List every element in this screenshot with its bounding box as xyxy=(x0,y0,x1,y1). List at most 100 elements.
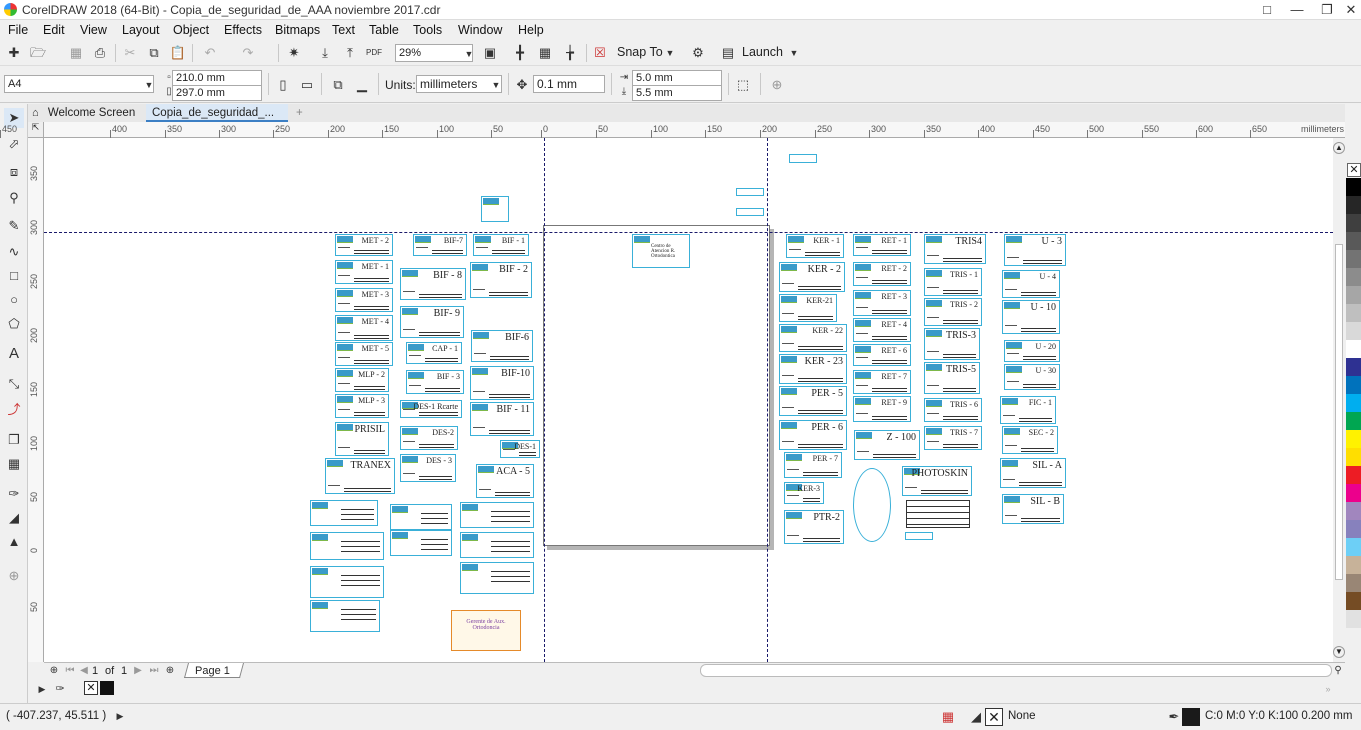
menu-effects[interactable]: Effects xyxy=(224,23,262,37)
card-object[interactable]: DES-2 xyxy=(400,426,458,450)
copy-icon[interactable]: ⧉ xyxy=(144,43,164,63)
card-object[interactable]: CAP - 1 xyxy=(406,342,462,364)
paste-icon[interactable]: 📋 xyxy=(168,43,188,63)
card-object[interactable]: TRIS - 6 xyxy=(924,398,982,422)
add-tool-icon[interactable]: ⊕ xyxy=(4,566,24,586)
outline-swatch[interactable] xyxy=(1182,708,1200,726)
small-card[interactable] xyxy=(481,196,509,222)
card-object[interactable]: U - 30 xyxy=(1004,364,1060,390)
palette-swatch[interactable] xyxy=(1346,502,1361,520)
card-object[interactable]: U - 4 xyxy=(1002,270,1060,298)
menu-tools[interactable]: Tools xyxy=(413,23,442,37)
menu-layout[interactable]: Layout xyxy=(122,23,160,37)
snap-to-dropdown[interactable]: Snap To xyxy=(617,45,663,59)
search-content-icon[interactable]: ✷ xyxy=(284,43,304,63)
tab-welcome-screen[interactable]: ⌂ Welcome Screen xyxy=(28,104,146,122)
card-object[interactable]: PHOTOSKIN xyxy=(902,466,972,496)
card-object[interactable]: MET - 4 xyxy=(335,315,393,341)
landscape-icon[interactable]: ▭ xyxy=(297,75,317,95)
current-page-icon[interactable]: ▁ xyxy=(352,75,372,95)
crop-tool-icon[interactable]: ⧈ xyxy=(4,162,24,182)
new-tab-button[interactable]: + xyxy=(290,104,310,122)
menu-table[interactable]: Table xyxy=(369,23,399,37)
card-object[interactable]: TRIS - 1 xyxy=(924,268,982,296)
palette-swatch[interactable] xyxy=(1346,610,1361,628)
card-object[interactable]: RET - 6 xyxy=(853,344,911,366)
card-object[interactable]: RET - 1 xyxy=(853,234,911,256)
current-page-number[interactable]: 1 xyxy=(92,665,98,677)
card-object[interactable]: PTR-2 xyxy=(784,510,844,544)
no-color-swatch[interactable]: ✕ xyxy=(1347,163,1361,177)
treat-as-filled-icon[interactable]: ⬚ xyxy=(733,75,753,95)
card-object[interactable]: MET - 2 xyxy=(335,234,393,256)
snap-off-icon[interactable]: ☒ xyxy=(590,43,610,63)
redo-icon[interactable]: ↷ xyxy=(238,43,258,63)
card-object[interactable]: BIF- 9 xyxy=(400,306,464,338)
tab-document[interactable]: Copia_de_seguridad_... xyxy=(146,104,288,122)
palette-swatch[interactable] xyxy=(1346,592,1361,610)
card-object[interactable]: KER - 22 xyxy=(779,324,847,352)
rectangle-tool-icon[interactable]: □ xyxy=(4,266,24,286)
nudge-distance-field[interactable]: 0.1 mm xyxy=(533,75,605,93)
card-object[interactable]: Z - 100 xyxy=(854,430,920,460)
palette-swatch[interactable] xyxy=(1346,466,1361,484)
card-object[interactable]: TRIS - 2 xyxy=(924,298,982,326)
palette-swatch[interactable] xyxy=(1346,520,1361,538)
card-object[interactable]: PER - 5 xyxy=(779,386,847,416)
palette-swatch[interactable] xyxy=(1346,322,1361,340)
card-object[interactable]: MET - 3 xyxy=(335,288,393,312)
menu-file[interactable]: File xyxy=(8,23,28,37)
drawing-canvas[interactable]: MET - 2 BIF-7 BIF - 1 MET - 1 BIF - 8 BIF - 2… xyxy=(44,138,1333,662)
show-guidelines-icon[interactable]: ╆ xyxy=(560,43,580,63)
close-button[interactable]: ✕ xyxy=(1336,0,1361,20)
freehand-tool-icon[interactable]: ✎ xyxy=(4,216,24,236)
palette-expand-icon[interactable]: ▶ xyxy=(32,679,52,699)
card-object[interactable]: TRIS-3 xyxy=(924,328,980,360)
card-object[interactable]: SIL - A xyxy=(1000,458,1066,488)
card-object[interactable]: TRANEX xyxy=(325,458,395,494)
duplicate-y-field[interactable]: 5.5 mm xyxy=(632,85,722,101)
card-object[interactable]: RET - 7 xyxy=(853,370,911,394)
card-object[interactable]: ACA - 5 xyxy=(476,464,534,498)
fill-none-swatch[interactable]: ✕ xyxy=(985,708,1003,726)
card-object[interactable]: MET - 5 xyxy=(335,342,393,366)
card-object[interactable]: TRIS4 xyxy=(924,234,986,264)
vertical-scrollbar[interactable]: ▲ ▼ xyxy=(1333,138,1345,662)
menu-help[interactable]: Help xyxy=(518,23,544,37)
coords-expand-icon[interactable]: ▶ xyxy=(110,706,130,726)
card-object[interactable]: RET - 9 xyxy=(853,396,911,422)
card-object[interactable]: MLP - 2 xyxy=(335,368,389,392)
card-object[interactable] xyxy=(460,502,534,528)
show-grid-icon[interactable]: ▦ xyxy=(535,43,555,63)
card-object[interactable]: SEC - 2 xyxy=(1002,426,1058,454)
small-card[interactable] xyxy=(789,154,817,163)
card-object[interactable]: DES-1 Rcarte xyxy=(400,400,462,418)
palette-swatch[interactable] xyxy=(1346,574,1361,592)
palette-swatch[interactable] xyxy=(1346,196,1361,214)
ruler-origin[interactable]: ⇱ xyxy=(28,122,44,138)
palette-swatch[interactable] xyxy=(1346,376,1361,394)
card-object[interactable]: KER - 2 xyxy=(779,262,845,292)
card-object[interactable]: BIF - 1 xyxy=(473,234,529,256)
palette-swatch[interactable] xyxy=(1346,178,1361,196)
card-object[interactable]: DES - 3 xyxy=(400,454,456,482)
color-proof-icon[interactable]: ▦ xyxy=(938,707,958,727)
page-height-field[interactable]: 297.0 mm xyxy=(172,85,262,101)
page-size-dropdown-icon[interactable]: ▼ xyxy=(139,75,159,95)
print-icon[interactable]: ⎙ xyxy=(90,43,110,63)
cut-icon[interactable]: ✂ xyxy=(120,43,140,63)
card-object[interactable] xyxy=(390,504,452,530)
card-object[interactable]: BIF-10 xyxy=(470,366,534,400)
ortho-card[interactable]: Gerente de Aux. Ortodoncia xyxy=(451,610,521,651)
card-object[interactable] xyxy=(310,600,380,632)
page-width-field[interactable]: 210.0 mm xyxy=(172,70,262,86)
page-card[interactable]: Centro de Atencion R. Ortodontica xyxy=(632,234,690,268)
card-object[interactable]: KER-21 xyxy=(779,294,837,322)
card-object[interactable]: U - 10 xyxy=(1002,300,1060,334)
eyedropper-icon[interactable]: ✑ xyxy=(4,484,24,504)
snap-dropdown-icon[interactable]: ▼ xyxy=(660,43,680,63)
text-tool-icon[interactable]: A xyxy=(4,344,24,364)
publish-pdf-icon[interactable]: PDF xyxy=(364,43,384,63)
card-object[interactable] xyxy=(310,566,384,598)
smart-fill-icon[interactable]: ▲ xyxy=(4,532,24,552)
